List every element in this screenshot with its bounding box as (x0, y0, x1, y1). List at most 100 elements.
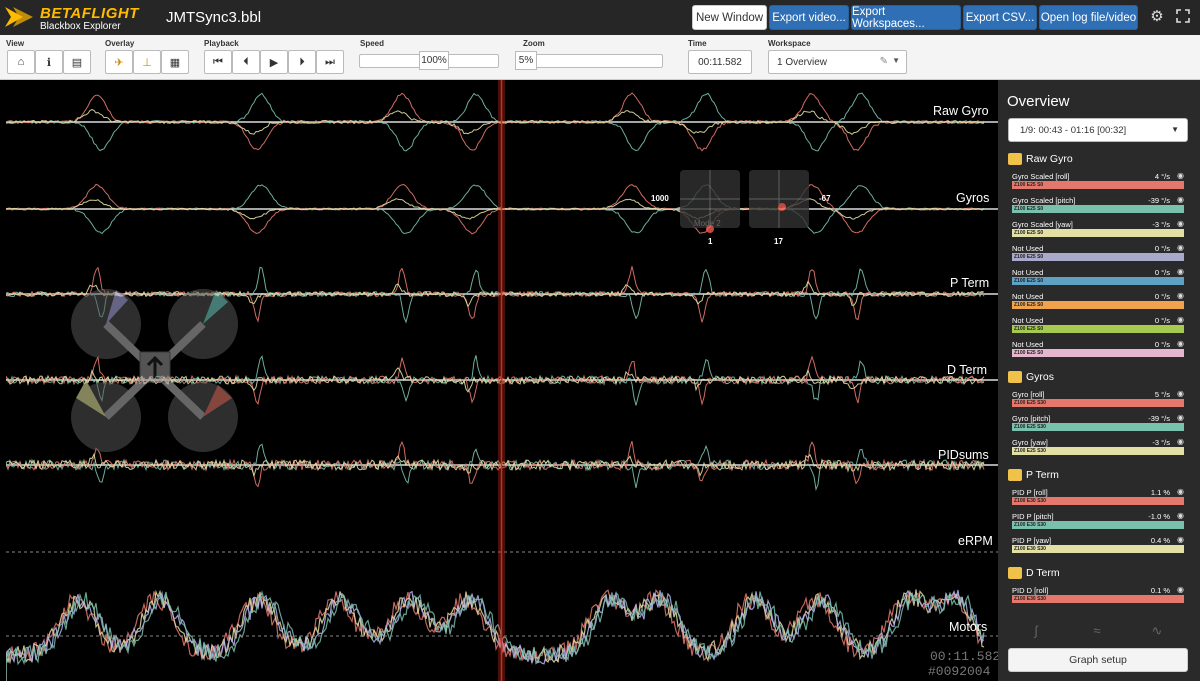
graph-setup-button[interactable]: Graph setup (1008, 648, 1188, 672)
fullscreen-icon[interactable] (1176, 9, 1190, 23)
export-workspaces-button[interactable]: Export Workspaces... (851, 5, 961, 30)
jump-end-button[interactable]: ⏭ (316, 50, 344, 74)
step-back-button[interactable]: ⏴ (232, 50, 260, 74)
toolbar: View ⌂ ℹ ▤ Overlay ✈ ⊥ ▦ Playback ⏮ ⏴ ▶ … (0, 35, 1200, 80)
stick-left-bottom: 1 (708, 237, 713, 246)
log-range-value: 1/9: 00:43 - 01:16 [00:32] (1020, 124, 1127, 136)
workspace-select[interactable]: 1 Overview ✎ ▼ (768, 50, 907, 74)
time-input[interactable]: 00:11.582 (688, 50, 752, 74)
folder-icon (1008, 371, 1022, 383)
craft-overlay-button[interactable]: ✈ (105, 50, 133, 74)
wave-icon[interactable]: ∿ (1146, 620, 1168, 642)
eye-icon[interactable]: ◉ (1177, 219, 1184, 228)
table-view-button[interactable]: ▤ (63, 50, 91, 74)
top-navbar: BETAFLIGHT Blackbox Explorer JMTSync3.bb… (0, 0, 1200, 35)
skip-end-icon: ⏭ (325, 55, 335, 68)
field-row[interactable]: Gyro Scaled [roll] 4 °/s ◉ Z100 E25 S0 (1012, 170, 1184, 192)
eye-icon[interactable]: ◉ (1177, 487, 1184, 496)
field-row[interactable]: Not Used 0 °/s ◉ Z100 E25 S0 (1012, 290, 1184, 312)
field-row[interactable]: Not Used 0 °/s ◉ Z100 E25 S0 (1012, 242, 1184, 264)
field-color-bar: Z100 E25 S0 (1012, 181, 1184, 189)
field-color-bar: Z100 E30 S30 (1012, 545, 1184, 553)
eye-icon[interactable]: ◉ (1177, 243, 1184, 252)
field-group-header[interactable]: P Term (1008, 468, 1059, 482)
eye-icon[interactable]: ◉ (1177, 535, 1184, 544)
log-graph-canvas[interactable]: Raw Gyro Gyros P Term D Term PIDsums eRP… (6, 80, 1000, 681)
field-row[interactable]: Not Used 0 °/s ◉ Z100 E25 S0 (1012, 338, 1184, 360)
craft-icon: ✈ (114, 56, 124, 69)
pidsums-label: PIDsums (938, 448, 989, 462)
stick-left-value: 1000 (651, 194, 669, 203)
analyser-overlay-button[interactable]: ▦ (161, 50, 189, 74)
field-row[interactable]: Gyro Scaled [pitch] -39 °/s ◉ Z100 E25 S0 (1012, 194, 1184, 216)
field-row[interactable]: PID P [roll] 1.1 % ◉ Z100 E30 S30 (1012, 486, 1184, 508)
field-row[interactable]: Gyro [pitch] -39 °/s ◉ Z100 E25 S30 (1012, 412, 1184, 434)
speed-value[interactable]: 100% (419, 51, 449, 70)
field-row[interactable]: Gyro Scaled [yaw] -3 °/s ◉ Z100 E25 S0 (1012, 218, 1184, 240)
field-row[interactable]: PID D [roll] 0.1 % ◉ Z100 E30 S30 (1012, 584, 1184, 606)
field-name: Not Used (1012, 340, 1044, 349)
table-icon: ▤ (71, 56, 83, 69)
eye-icon[interactable]: ◉ (1177, 437, 1184, 446)
folder-icon (1008, 567, 1022, 579)
new-window-button[interactable]: New Window (692, 5, 767, 30)
gear-icon[interactable]: ⚙ (1148, 8, 1166, 26)
field-scale-text: Z100 E25 S30 (1014, 424, 1046, 430)
export-csv-button[interactable]: Export CSV... (963, 5, 1037, 30)
craft-overlay (71, 289, 238, 452)
eye-icon[interactable]: ◉ (1177, 511, 1184, 520)
curve-icon[interactable]: ∫ (1025, 620, 1047, 642)
p-term-label: P Term (950, 276, 990, 290)
caret-down-icon: ▼ (892, 56, 900, 65)
sticks-overlay-button[interactable]: ⊥ (133, 50, 161, 74)
field-group-name: P Term (1026, 469, 1059, 481)
noise-icon[interactable]: ≈ (1086, 620, 1108, 642)
field-color-bar: Z100 E30 S30 (1012, 497, 1184, 505)
eye-icon[interactable]: ◉ (1177, 267, 1184, 276)
field-color-bar: Z100 E25 S0 (1012, 301, 1184, 309)
field-scale-text: Z100 E25 S0 (1014, 182, 1044, 188)
field-row[interactable]: Not Used 0 °/s ◉ Z100 E25 S0 (1012, 314, 1184, 336)
field-group-name: Raw Gyro (1026, 153, 1073, 165)
jump-start-button[interactable]: ⏮ (204, 50, 232, 74)
brand-subtitle: Blackbox Explorer (40, 21, 121, 32)
eye-icon[interactable]: ◉ (1177, 339, 1184, 348)
field-row[interactable]: Gyro [yaw] -3 °/s ◉ Z100 E25 S30 (1012, 436, 1184, 458)
pencil-icon[interactable]: ✎ (880, 56, 888, 67)
field-group-header[interactable]: Raw Gyro (1008, 152, 1073, 166)
workspace-value: 1 Overview (777, 56, 828, 68)
step-forward-button[interactable]: ⏵ (288, 50, 316, 74)
info-view-button[interactable]: ℹ (35, 50, 63, 74)
eye-icon[interactable]: ◉ (1177, 195, 1184, 204)
home-view-button[interactable]: ⌂ (7, 50, 35, 74)
eye-icon[interactable]: ◉ (1177, 389, 1184, 398)
field-scale-text: Z100 E25 S0 (1014, 278, 1044, 284)
field-name: PID D [roll] (1012, 586, 1049, 595)
eye-icon[interactable]: ◉ (1177, 585, 1184, 594)
log-range-select[interactable]: 1/9: 00:43 - 01:16 [00:32] ▼ (1008, 118, 1188, 142)
field-row[interactable]: PID P [pitch] -1.0 % ◉ Z100 E30 S30 (1012, 510, 1184, 532)
home-icon: ⌂ (17, 56, 25, 68)
gyros-label: Gyros (956, 191, 990, 205)
play-button[interactable]: ▶ (260, 50, 288, 74)
field-color-bar: Z100 E25 S0 (1012, 325, 1184, 333)
field-scale-text: Z100 E25 S0 (1014, 326, 1044, 332)
field-group-header[interactable]: D Term (1008, 566, 1060, 580)
playback-label: Playback (204, 39, 239, 48)
field-row[interactable]: PID P [yaw] 0.4 % ◉ Z100 E30 S30 (1012, 534, 1184, 556)
field-value: -3 °/s (1152, 220, 1170, 229)
eye-icon[interactable]: ◉ (1177, 291, 1184, 300)
export-video-button[interactable]: Export video... (769, 5, 849, 30)
field-row[interactable]: Gyro [roll] 5 °/s ◉ Z100 E25 S30 (1012, 388, 1184, 410)
field-group-header[interactable]: Gyros (1008, 370, 1054, 384)
zoom-value[interactable]: 5% (515, 51, 537, 70)
eye-icon[interactable]: ◉ (1177, 171, 1184, 180)
field-value: 4 °/s (1154, 172, 1170, 181)
eye-icon[interactable]: ◉ (1177, 315, 1184, 324)
zoom-slider[interactable] (515, 54, 663, 68)
field-row[interactable]: Not Used 0 °/s ◉ Z100 E25 S0 (1012, 266, 1184, 288)
field-color-bar: Z100 E30 S30 (1012, 595, 1184, 603)
open-log-button[interactable]: Open log file/video (1039, 5, 1138, 30)
field-scale-text: Z100 E25 S0 (1014, 254, 1044, 260)
eye-icon[interactable]: ◉ (1177, 413, 1184, 422)
